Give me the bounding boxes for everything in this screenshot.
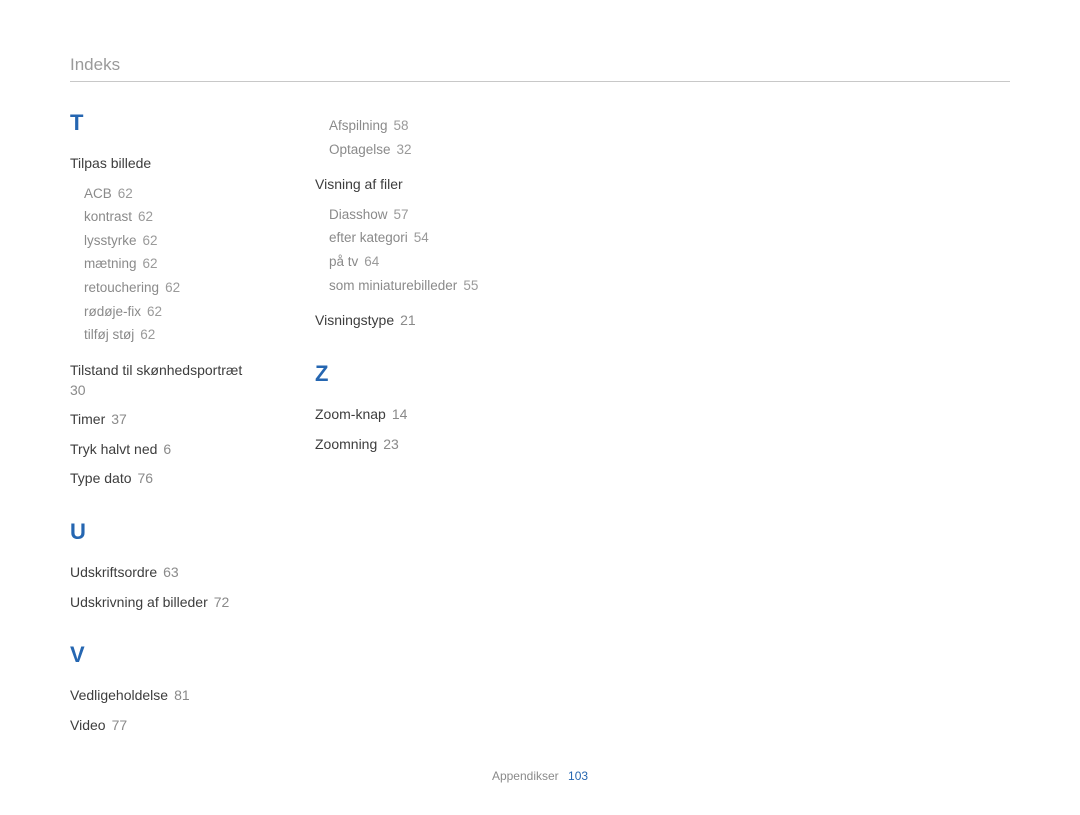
entry-tilpas-billede: Tilpas billede ACB62 kontrast62 lysstyrk… [70, 154, 285, 347]
sub-item[interactable]: på tv64 [329, 250, 530, 274]
entry-typedato[interactable]: Type dato76 [70, 469, 285, 489]
sub-item[interactable]: ACB62 [84, 182, 285, 206]
page-header: Indeks [70, 55, 1010, 82]
sub-item[interactable]: Diasshow57 [329, 203, 530, 227]
sub-item[interactable]: som miniaturebilleder55 [329, 274, 530, 298]
sub-item[interactable]: efter kategori54 [329, 226, 530, 250]
entry-zoomning[interactable]: Zoomning23 [315, 435, 530, 455]
section-letter-t: T [70, 110, 285, 136]
column-2: Afspilning58 Optagelse32 Visning af file… [315, 110, 530, 745]
section-letter-v: V [70, 642, 285, 668]
header-title: Indeks [70, 55, 1010, 75]
entry-zoomknap[interactable]: Zoom-knap14 [315, 405, 530, 425]
sub-item[interactable]: Afspilning58 [329, 114, 530, 138]
footer-section: Appendikser [492, 769, 559, 783]
entry-vedligeholdelse[interactable]: Vedligeholdelse81 [70, 686, 285, 706]
entry-udskrivning[interactable]: Udskrivning af billeder72 [70, 593, 285, 613]
index-columns: T Tilpas billede ACB62 kontrast62 lyssty… [70, 110, 1010, 745]
page-footer: Appendikser 103 [0, 769, 1080, 783]
sub-item[interactable]: tilføj støj62 [84, 323, 285, 347]
sub-item[interactable]: retouchering62 [84, 276, 285, 300]
sub-item[interactable]: rødøje-fix62 [84, 300, 285, 324]
entry-udskriftsordre[interactable]: Udskriftsordre63 [70, 563, 285, 583]
video-sub-list: Afspilning58 Optagelse32 [329, 114, 530, 161]
entry-visning-filer: Visning af filer Diasshow57 efter katego… [315, 175, 530, 297]
column-1: T Tilpas billede ACB62 kontrast62 lyssty… [70, 110, 285, 745]
sub-item[interactable]: mætning62 [84, 252, 285, 276]
entry-tryk[interactable]: Tryk halvt ned6 [70, 440, 285, 460]
sub-item[interactable]: kontrast62 [84, 205, 285, 229]
entry-title: Tilpas billede [70, 154, 285, 174]
sub-list: Diasshow57 efter kategori54 på tv64 som … [329, 203, 530, 298]
sub-item[interactable]: lysstyrke62 [84, 229, 285, 253]
entry-video[interactable]: Video77 [70, 716, 285, 736]
entry-timer[interactable]: Timer37 [70, 410, 285, 430]
entry-visningstype[interactable]: Visningstype21 [315, 311, 530, 331]
sub-item[interactable]: Optagelse32 [329, 138, 530, 162]
section-letter-z: Z [315, 361, 530, 387]
index-page: Indeks T Tilpas billede ACB62 kontrast62… [0, 0, 1080, 745]
entry-tilstand[interactable]: Tilstand til skønhedsportræt 30 [70, 361, 285, 400]
entry-title: Visning af filer [315, 175, 530, 195]
footer-page-number: 103 [568, 769, 588, 783]
section-letter-u: U [70, 519, 285, 545]
sub-list: ACB62 kontrast62 lysstyrke62 mætning62 r… [84, 182, 285, 347]
